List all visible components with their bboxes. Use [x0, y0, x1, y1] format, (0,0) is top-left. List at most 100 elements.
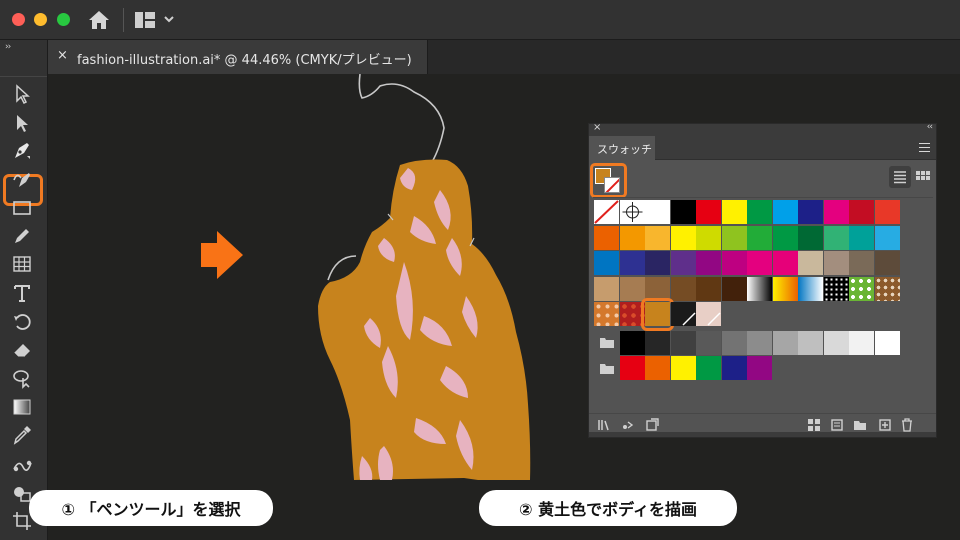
swatch[interactable] [823, 200, 849, 224]
gradient-tool[interactable] [6, 394, 38, 420]
swatch-pattern-brown[interactable] [874, 276, 900, 301]
swatch[interactable] [619, 330, 645, 355]
eyedropper-tool[interactable] [6, 422, 38, 448]
swatch[interactable] [696, 356, 721, 380]
swatch[interactable] [747, 225, 772, 250]
swatch-options-icon[interactable] [645, 418, 659, 432]
pen-tool[interactable] [6, 137, 38, 163]
swatch[interactable] [670, 251, 696, 275]
tab-close-button[interactable]: × [57, 48, 68, 63]
type-tool[interactable] [6, 280, 38, 306]
panel-close-button[interactable]: × [593, 122, 601, 133]
swatch-pattern-dots[interactable] [823, 276, 849, 301]
swatch[interactable] [594, 225, 619, 250]
swatch[interactable] [696, 251, 721, 275]
swatch-registration[interactable] [619, 200, 645, 224]
stroke-none-swatch[interactable] [604, 177, 620, 193]
swatch[interactable] [874, 200, 900, 224]
swatch[interactable] [874, 225, 900, 250]
folder-icon[interactable] [853, 418, 867, 432]
direct-selection-tool[interactable] [6, 110, 38, 136]
eraser-tool[interactable] [6, 337, 38, 363]
swatch[interactable] [619, 356, 645, 380]
workspace-layout-button[interactable] [134, 10, 178, 30]
swatch[interactable] [594, 251, 619, 275]
panel-collapse-button[interactable]: ‹‹ [927, 122, 933, 132]
swatch[interactable] [798, 330, 823, 355]
color-group-icon[interactable] [807, 418, 821, 432]
swatch[interactable] [645, 200, 670, 224]
swatch[interactable] [874, 251, 900, 275]
swatch[interactable] [849, 200, 874, 224]
swatch[interactable] [721, 251, 747, 275]
tab-swatches[interactable]: スウォッチ [589, 136, 655, 160]
list-view-button[interactable] [889, 166, 911, 188]
swatch[interactable] [670, 200, 696, 224]
swatch[interactable] [696, 330, 721, 355]
swatch[interactable] [849, 225, 874, 250]
curvature-tool[interactable] [6, 166, 38, 192]
swatch[interactable] [721, 276, 747, 301]
window-zoom-button[interactable] [57, 13, 70, 26]
swatch[interactable] [747, 200, 772, 224]
swatch[interactable] [747, 330, 772, 355]
swatch[interactable] [849, 251, 874, 275]
library-icon[interactable] [597, 418, 611, 432]
swatch[interactable] [696, 200, 721, 224]
swatch-pattern-green[interactable] [849, 276, 874, 301]
rectangle-tool[interactable] [6, 195, 38, 221]
panel-menu-icon[interactable] [919, 140, 931, 155]
swatch[interactable] [619, 251, 645, 275]
new-swatch-icon[interactable] [878, 418, 892, 432]
swatch[interactable] [747, 251, 772, 275]
pencil-tool[interactable] [6, 223, 38, 249]
swatch[interactable] [645, 356, 670, 380]
swatch-group-folder-icon[interactable] [594, 331, 619, 355]
grid-view-button[interactable] [913, 166, 933, 188]
swatch-gradient-bw[interactable] [747, 276, 772, 301]
panel-scrollbar[interactable] [589, 432, 936, 437]
swatch[interactable] [670, 330, 696, 355]
rotate-tool[interactable] [6, 308, 38, 334]
swatch[interactable] [823, 225, 849, 250]
swatch[interactable] [772, 330, 798, 355]
swatch[interactable] [798, 225, 823, 250]
document-tab[interactable]: × fashion-illustration.ai* @ 44.46% (CMY… [48, 40, 428, 74]
swatch[interactable] [670, 356, 696, 380]
swatch[interactable] [645, 251, 670, 275]
swatch[interactable] [645, 225, 670, 250]
swatch[interactable] [798, 251, 823, 275]
swatch[interactable] [670, 302, 696, 326]
swatch[interactable] [619, 276, 645, 301]
trash-icon[interactable] [900, 418, 914, 432]
swatch[interactable] [670, 225, 696, 250]
swatch-group-folder-icon[interactable] [594, 356, 619, 380]
swatch[interactable] [772, 225, 798, 250]
selection-tool[interactable] [6, 81, 38, 107]
swatch[interactable] [798, 200, 823, 224]
lasso-tool[interactable] [6, 365, 38, 391]
swatch[interactable] [645, 330, 670, 355]
table-grid-tool[interactable] [6, 251, 38, 277]
swatch[interactable] [849, 330, 874, 355]
swatch[interactable] [670, 276, 696, 301]
swatch[interactable] [721, 200, 747, 224]
swatch[interactable] [874, 330, 900, 355]
swatch[interactable] [594, 276, 619, 301]
new-color-group-icon[interactable] [830, 418, 844, 432]
swatch-gradient-blue[interactable] [798, 276, 823, 301]
swatch[interactable] [823, 330, 849, 355]
swatch[interactable] [645, 276, 670, 301]
swatch[interactable] [696, 302, 721, 326]
swatch[interactable] [721, 225, 747, 250]
swatch[interactable] [619, 225, 645, 250]
swatch-pattern-floral-orange[interactable] [594, 302, 619, 326]
blend-tool[interactable] [6, 451, 38, 477]
home-icon[interactable] [87, 9, 111, 31]
swatch[interactable] [721, 330, 747, 355]
swatch[interactable] [747, 356, 772, 380]
swatch[interactable] [772, 251, 798, 275]
swatch[interactable] [823, 251, 849, 275]
swatch[interactable] [696, 225, 721, 250]
toolbar-grip[interactable]: ›› [5, 42, 11, 52]
